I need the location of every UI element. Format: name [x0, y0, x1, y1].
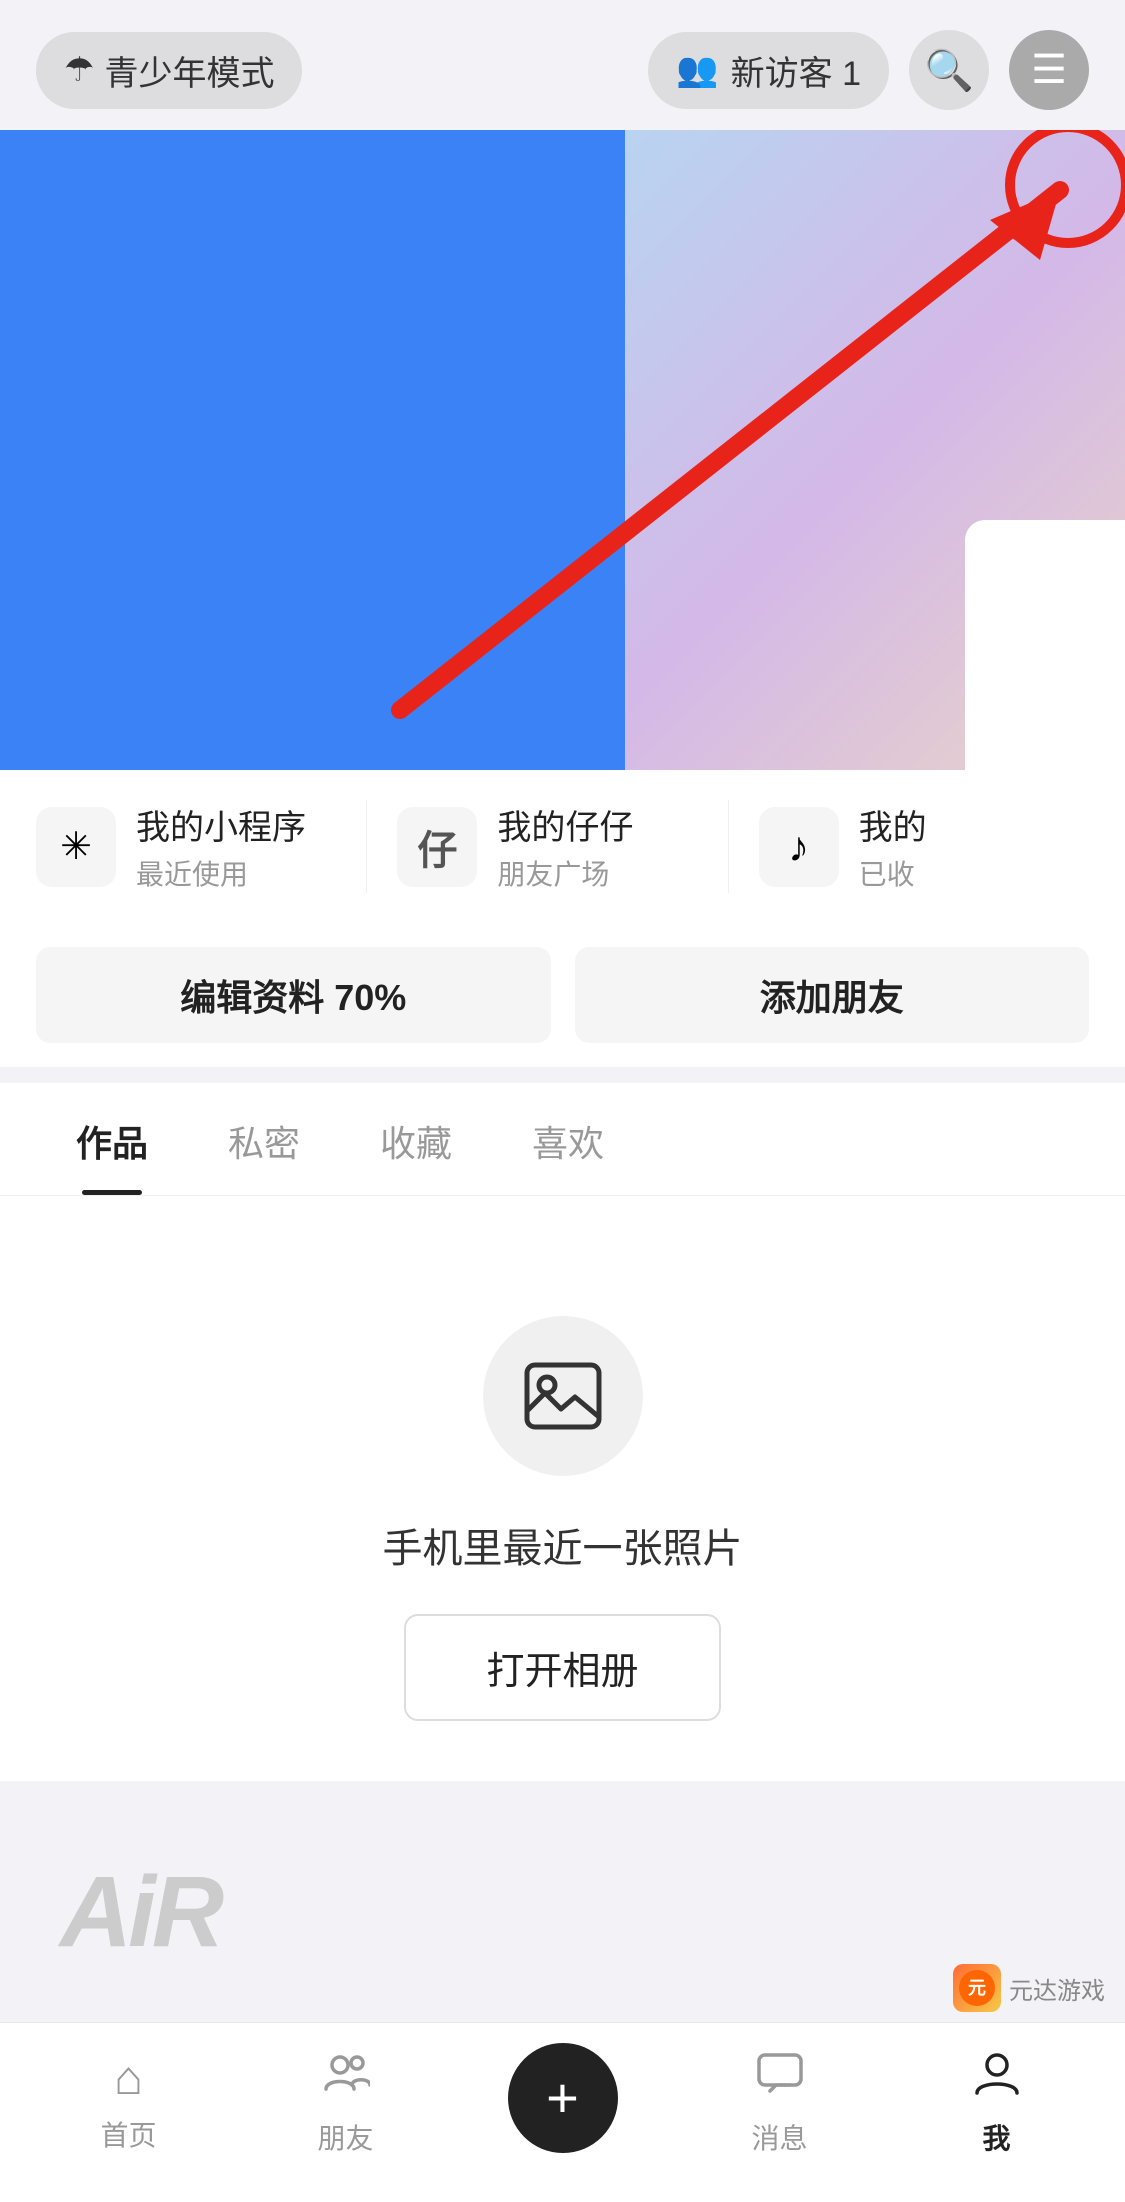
- music-title: 我的: [859, 800, 927, 849]
- music-icon: ♪: [759, 807, 839, 887]
- hero-area: [0, 130, 1125, 770]
- youth-mode-button[interactable]: ☂ 青少年模式: [36, 32, 302, 109]
- hero-blue-block: [0, 130, 660, 770]
- menu-button[interactable]: ☰: [1009, 30, 1089, 110]
- miniprogram-icon: ✳: [36, 807, 116, 887]
- nav-me-label: 我: [982, 2117, 1010, 2157]
- empty-state-text: 手机里最近一张照片: [383, 1516, 743, 1574]
- plus-button[interactable]: +: [508, 2043, 618, 2153]
- music-sub: 已收: [859, 853, 927, 893]
- visitor-button[interactable]: 👥 新访客 1: [648, 32, 889, 109]
- quick-item-zizi[interactable]: 仔 我的仔仔 朋友广场: [366, 800, 727, 893]
- tab-favorites[interactable]: 收藏: [340, 1083, 492, 1195]
- miniprogram-title: 我的小程序: [136, 800, 306, 849]
- people-icon: 👥: [676, 50, 718, 90]
- tab-works[interactable]: 作品: [36, 1083, 188, 1195]
- empty-state: 手机里最近一张照片 打开相册: [0, 1196, 1125, 1781]
- air-badge: AiR: [0, 1812, 280, 2012]
- watermark-text: 元达游戏: [1009, 1971, 1105, 2006]
- plus-icon: +: [546, 2065, 579, 2130]
- tabs-bar: 作品 私密 收藏 喜欢: [0, 1083, 1125, 1196]
- me-icon: [973, 2049, 1021, 2109]
- watermark-logo: 元: [953, 1964, 1001, 2012]
- edit-profile-button[interactable]: 编辑资料 70%: [36, 947, 551, 1043]
- menu-icon: ☰: [1031, 47, 1067, 93]
- miniprogram-text: 我的小程序 最近使用: [136, 800, 306, 893]
- zizi-sub: 朋友广场: [497, 853, 633, 893]
- quick-item-miniprogram[interactable]: ✳ 我的小程序 最近使用: [36, 800, 366, 893]
- top-right-controls: 👥 新访客 1 🔍 ☰: [648, 30, 1089, 110]
- svg-text:元: 元: [968, 1978, 986, 1998]
- hero-white-corner: [965, 520, 1125, 770]
- miniprogram-sub: 最近使用: [136, 853, 306, 893]
- watermark: 元 元达游戏: [953, 1964, 1105, 2012]
- nav-item-plus[interactable]: +: [454, 2043, 671, 2163]
- nav-messages-label: 消息: [751, 2117, 807, 2157]
- messages-icon: [756, 2049, 804, 2109]
- tab-private[interactable]: 私密: [188, 1083, 340, 1195]
- music-text: 我的 已收: [859, 800, 927, 893]
- nav-item-home[interactable]: ⌂ 首页: [20, 2051, 237, 2154]
- air-text: AiR: [60, 1855, 220, 1970]
- friends-icon: [322, 2049, 370, 2109]
- zizi-title: 我的仔仔: [497, 800, 633, 849]
- quick-item-music[interactable]: ♪ 我的 已收: [728, 800, 1089, 893]
- youth-mode-label: 青少年模式: [104, 46, 274, 95]
- search-icon: 🔍: [924, 47, 974, 94]
- nav-friends-label: 朋友: [317, 2117, 373, 2157]
- action-buttons-row: 编辑资料 70% 添加朋友: [0, 923, 1125, 1067]
- nav-item-messages[interactable]: 消息: [671, 2049, 888, 2157]
- open-album-button[interactable]: 打开相册: [404, 1614, 720, 1721]
- bottom-nav: ⌂ 首页 朋友 + 消息: [0, 2022, 1125, 2202]
- search-button[interactable]: 🔍: [909, 30, 989, 110]
- quick-menu: ✳ 我的小程序 最近使用 仔 我的仔仔 朋友广场 ♪ 我的 已收: [0, 770, 1125, 923]
- home-icon: ⌂: [114, 2051, 143, 2106]
- top-bar: ☂ 青少年模式 👥 新访客 1 🔍 ☰: [0, 0, 1125, 130]
- tab-likes[interactable]: 喜欢: [492, 1083, 644, 1195]
- nav-item-me[interactable]: 我: [888, 2049, 1105, 2157]
- visitor-label: 新访客 1: [731, 46, 861, 95]
- nav-home-label: 首页: [100, 2114, 156, 2154]
- photo-placeholder-icon: [483, 1316, 643, 1476]
- zizi-icon: 仔: [397, 807, 477, 887]
- nav-item-friends[interactable]: 朋友: [237, 2049, 454, 2157]
- add-friend-button[interactable]: 添加朋友: [575, 947, 1090, 1043]
- shield-icon: ☂: [64, 50, 94, 90]
- zizi-text: 我的仔仔 朋友广场: [497, 800, 633, 893]
